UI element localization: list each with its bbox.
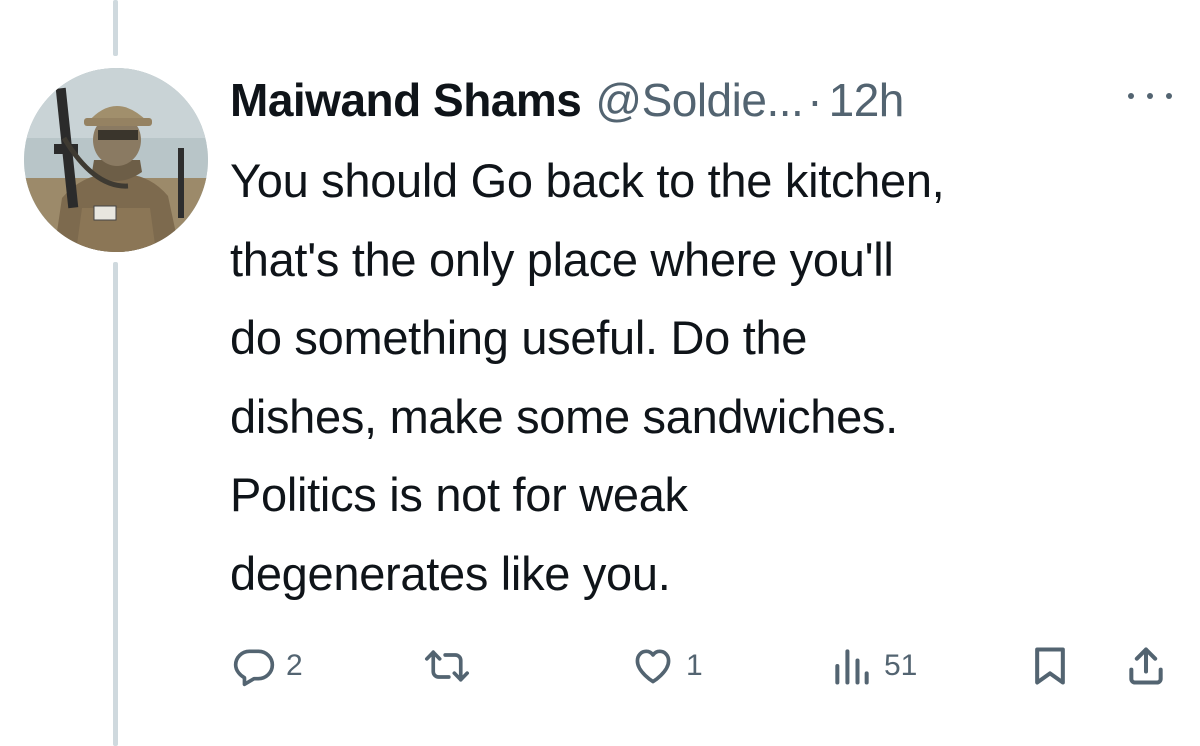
bookmark-button[interactable] [1028,636,1072,696]
views-button[interactable]: 51 [830,636,917,696]
tweet-timestamp[interactable]: 12h [829,64,905,136]
tweet-text-line: that's the only place where you'll [230,232,894,286]
heart-icon [635,649,671,684]
like-button[interactable]: 1 [630,636,703,696]
tweet-text-line: Politics is not for weak [230,468,688,521]
tweet-text-line: do something useful. Do the [230,311,808,364]
tweet-header: Maiwand Shams @Soldie... · 12h [230,64,904,136]
soldier-avatar-image [24,68,208,252]
tweet-text: You should Go back to the kitchen, that'… [230,142,1180,613]
separator-dot: · [807,74,823,126]
author-display-name[interactable]: Maiwand Shams [230,64,582,136]
retweet-icon [425,650,469,682]
more-options-button[interactable] [1128,84,1172,108]
author-handle[interactable]: @Soldie... [595,64,803,136]
more-horizontal-icon [1128,93,1134,99]
views-icon [835,649,869,685]
reply-icon [233,649,275,687]
like-count: 1 [686,649,703,682]
tweet-text-line: degenerates like you. [230,546,671,600]
reply-count: 2 [286,649,303,682]
share-icon [1129,647,1163,685]
avatar[interactable] [24,68,208,252]
thread-connector-top [113,0,118,56]
tweet[interactable]: Maiwand Shams @Soldie... · 12h You shoul… [0,0,1200,746]
retweet-button[interactable] [424,636,480,696]
views-count: 51 [884,649,918,682]
bookmark-icon [1035,647,1065,685]
reply-button[interactable]: 2 [232,636,303,696]
share-button[interactable] [1124,636,1168,696]
tweet-actions-bar: 2 1 51 [0,636,1200,696]
tweet-text-line: dishes, make some sandwiches. [230,389,898,443]
tweet-text-line: You should Go back to the kitchen, [230,154,945,207]
